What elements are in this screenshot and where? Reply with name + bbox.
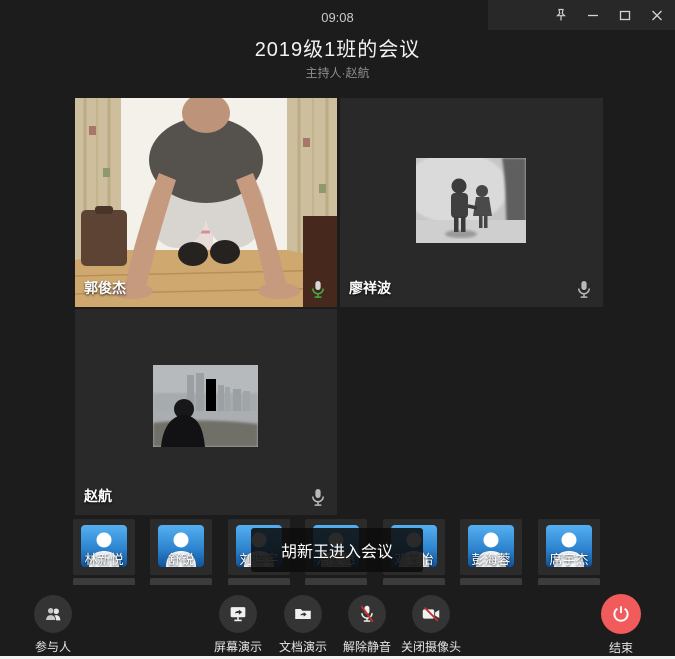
thumbnail-name: 林新悦 [73,549,135,568]
pushup-video-frame [75,98,337,307]
screen-share-button[interactable]: 屏幕演示 [206,595,270,655]
profile-photo-children [416,158,526,243]
mic-icon [309,488,327,508]
mic-muted-icon [348,595,386,633]
window-controls [549,0,675,30]
thumbnail-name: 舒锐 [150,549,212,568]
participant-name: 郭俊杰 [84,278,126,298]
toolbar-label: 屏幕演示 [214,638,262,655]
end-meeting-button[interactable]: 结束 [592,594,650,656]
participants-button[interactable]: 参与人 [24,595,82,655]
video-tile-zhaohang[interactable]: 赵航 [75,309,337,515]
thumbnail-shurui[interactable]: 舒锐 [150,519,212,575]
join-toast: 胡新玉进入会议 [251,528,423,572]
camera-off-button[interactable]: 关闭摄像头 [393,595,469,655]
mic-icon [575,280,593,300]
thumbnail-linxinyue[interactable]: 林新悦 [73,519,135,575]
thumbnail-partial [150,578,212,585]
thumbnail-name: 彭海蓉 [460,549,522,568]
toolbar-label: 解除静音 [343,638,391,655]
meeting-host: 主持人·赵航 [0,64,675,81]
toolbar-label: 文档演示 [279,638,327,655]
power-icon [601,594,641,634]
thumbnail-partial [228,578,290,585]
close-icon[interactable] [645,3,669,27]
thumbnail-partial [305,578,367,585]
thumbnail-partial [460,578,522,585]
meeting-window: 09:08 2019级1班的会议 主持人·赵航 [0,0,675,659]
unmute-button[interactable]: 解除静音 [335,595,399,655]
minimize-icon[interactable] [581,3,605,27]
thumbnail-name: 席宇杰 [538,549,600,568]
thumbnail-partial [538,578,600,585]
camera-off-icon [412,595,450,633]
thumbnail-partial [383,578,445,585]
toolbar-label: 结束 [609,639,633,656]
participant-name: 廖祥波 [349,278,391,298]
mic-active-icon [309,280,327,300]
profile-photo-cityscape [153,365,258,447]
join-toast-text: 胡新玉进入会议 [281,538,393,562]
screen-share-icon [219,595,257,633]
thumbnail-partial [73,578,135,585]
folder-share-icon [284,595,322,633]
meeting-title: 2019级1班的会议 [0,33,675,62]
pin-icon[interactable] [549,3,573,27]
people-icon [34,595,72,633]
thumbnail-xiyujie[interactable]: 席宇杰 [538,519,600,575]
maximize-icon[interactable] [613,3,637,27]
toolbar-label: 关闭摄像头 [401,638,461,655]
video-tile-liaoxiangbo[interactable]: 廖祥波 [340,98,603,307]
participant-name: 赵航 [84,486,112,506]
video-tile-guojunjie[interactable]: 郭俊杰 [75,98,337,307]
thumbnail-penghairong[interactable]: 彭海蓉 [460,519,522,575]
doc-share-button[interactable]: 文档演示 [271,595,335,655]
toolbar-label: 参与人 [35,638,71,655]
